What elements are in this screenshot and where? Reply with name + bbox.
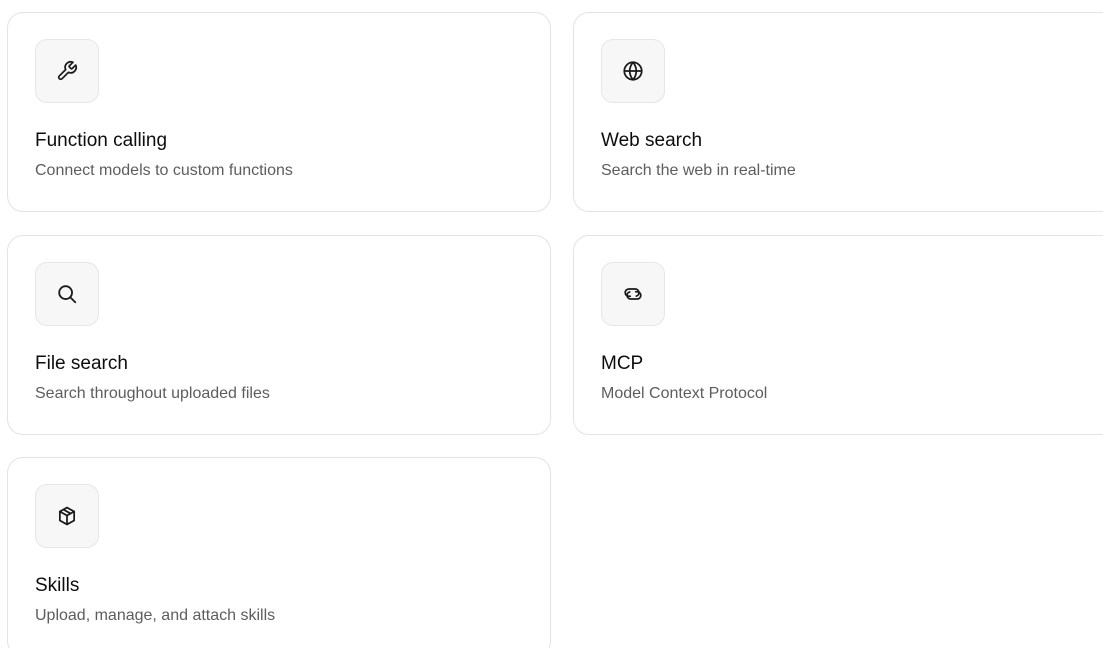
tool-card-function-calling[interactable]: Function calling Connect models to custo… [7,12,551,212]
search-icon [58,285,77,304]
icon-container [601,39,665,103]
tool-subtitle: Upload, manage, and attach skills [35,607,276,624]
globe-icon [623,61,643,81]
link-icon [624,288,642,300]
tool-card-file-search[interactable]: File search Search throughout uploaded f… [7,235,551,435]
tool-subtitle: Search throughout uploaded files [35,385,270,402]
tools-grid: Function calling Connect models to custo… [0,0,1103,648]
icon-container [35,262,99,326]
tool-title: Skills [35,575,80,596]
tool-card-web-search[interactable]: Web search Search the web in real-time [573,12,1103,212]
tool-card-skills[interactable]: Skills Upload, manage, and attach skills [7,457,551,648]
tool-title: File search [35,353,128,374]
tool-subtitle: Model Context Protocol [601,385,768,402]
tool-subtitle: Search the web in real-time [601,162,796,179]
icon-container [35,484,99,548]
icon-container [35,39,99,103]
tool-title: Function calling [35,130,168,151]
cube-icon [58,506,76,526]
tool-card-mcp[interactable]: MCP Model Context Protocol [573,235,1103,435]
tool-title: MCP [601,353,644,374]
tool-subtitle: Connect models to custom functions [35,162,293,179]
icon-container [601,262,665,326]
wrench-icon [57,60,78,81]
tool-title: Web search [601,130,703,151]
